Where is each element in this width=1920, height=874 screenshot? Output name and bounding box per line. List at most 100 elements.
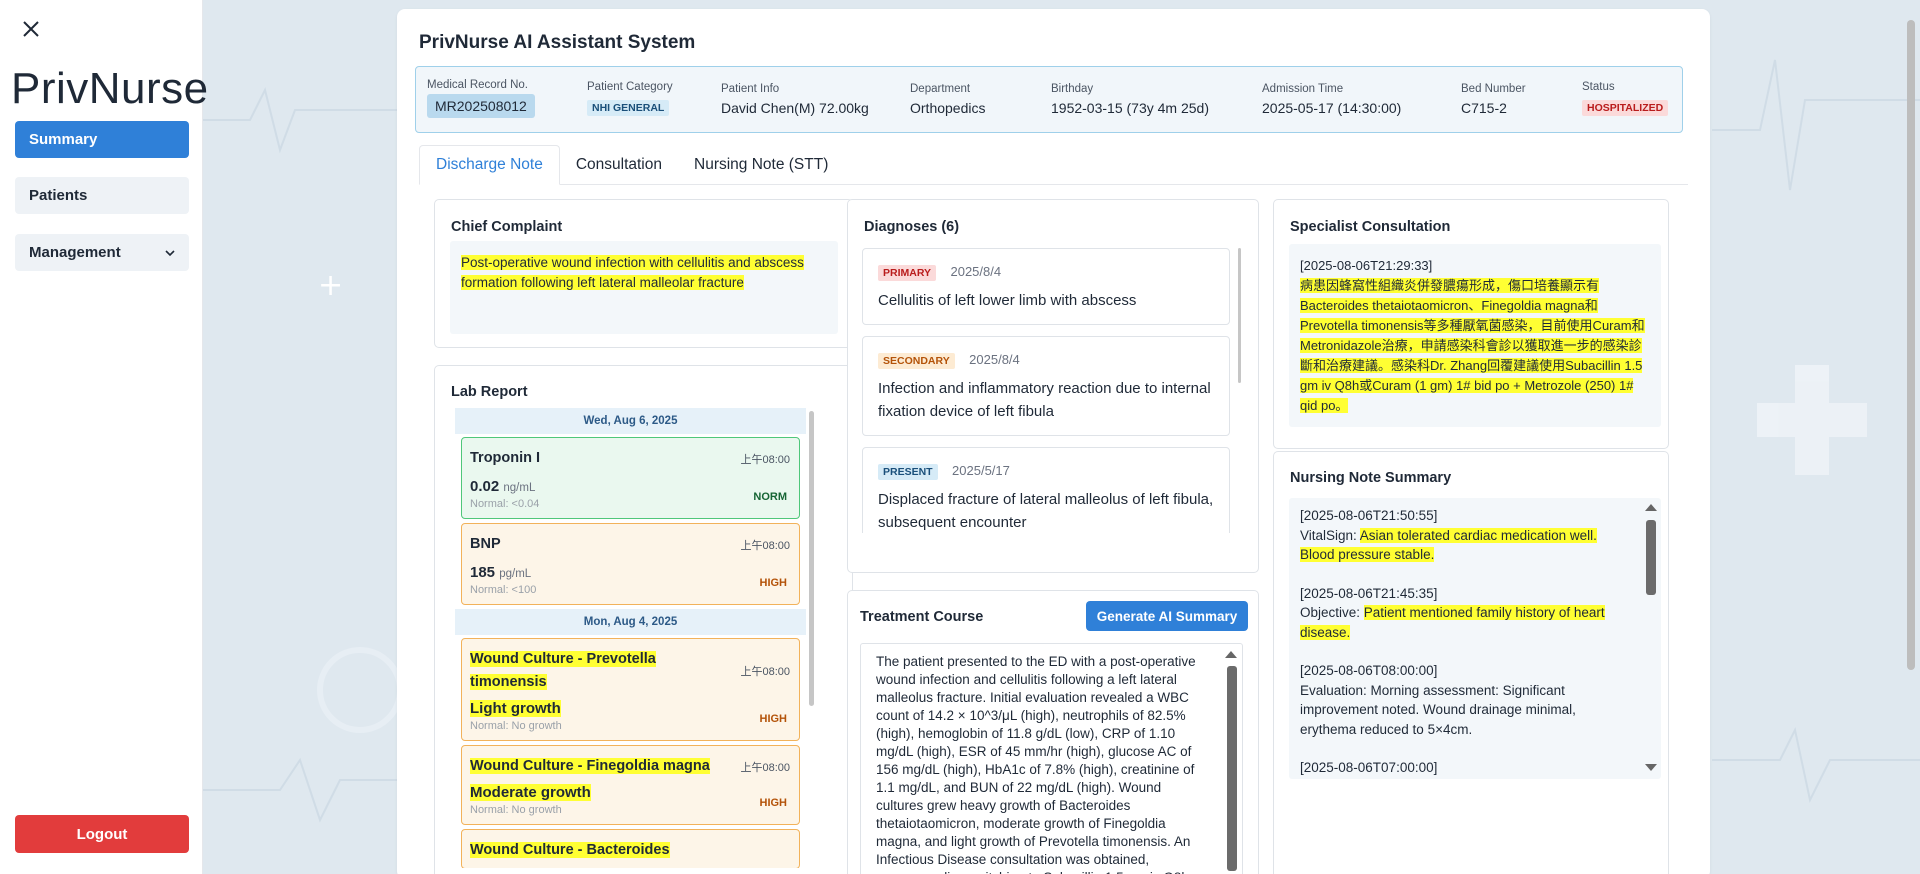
lab-unit: ng/mL: [503, 482, 536, 494]
department-label: Department: [910, 83, 971, 95]
lab-flag: HIGH: [759, 713, 788, 725]
lab-unit: pg/mL: [499, 568, 532, 580]
lab-flag: HIGH: [759, 577, 788, 589]
treatment-course-text-area[interactable]: The patient presented to the ED with a p…: [860, 643, 1243, 874]
nursing-note-prefix: Evaluation:: [1300, 682, 1371, 698]
tab-discharge-note[interactable]: Discharge Note: [419, 145, 560, 185]
lab-normal-range: Normal: <0.04: [470, 498, 540, 510]
lab-value: Light growth: [470, 700, 561, 717]
nursing-scrollbar[interactable]: [1646, 520, 1656, 595]
category-label: Patient Category: [587, 81, 673, 93]
category-badge: NHI GENERAL: [587, 100, 670, 116]
sidebar-item-label: Summary: [29, 131, 98, 148]
status-field: Status HOSPITALIZED: [1582, 81, 1669, 116]
diagnosis-card[interactable]: PRIMARY 2025/8/4 Cellulitis of left lowe…: [862, 248, 1230, 325]
lab-result-card[interactable]: Wound Culture - Finegoldia magna 上午08:00…: [461, 745, 800, 825]
lab-flag: HIGH: [759, 797, 788, 809]
lab-report-panel: Lab Report Wed, Aug 6, 2025 Troponin I 上…: [434, 365, 853, 874]
sidebar-item-summary[interactable]: Summary: [15, 121, 189, 158]
lab-time: 上午08:00: [740, 666, 790, 678]
nursing-note-timestamp: [2025-08-06T08:00:00]: [1300, 663, 1438, 678]
lab-flag: NORM: [753, 491, 787, 503]
sidebar-item-label: Patients: [29, 187, 88, 204]
lab-result-card[interactable]: BNP 上午08:00 185 pg/mL Normal: <100 HIGH: [461, 523, 800, 605]
close-sidebar-button[interactable]: [18, 16, 44, 42]
consultation-text: 病患因蜂窩性組織炎併發膿瘍形成，傷口培養顯示有Bacteroides theta…: [1300, 278, 1645, 413]
admission-label: Admission Time: [1262, 83, 1344, 95]
scroll-down-icon[interactable]: [1645, 764, 1657, 771]
birthday-field: Birthday 1952-03-15 (73y 4m 25d): [1051, 83, 1209, 116]
mrn-value: MR202508012: [427, 94, 535, 118]
lab-value-line: 0.02 ng/mL: [470, 478, 791, 495]
nursing-note-entry: [2025-08-06T08:00:00] Evaluation: Mornin…: [1300, 661, 1631, 739]
diagnosis-card[interactable]: SECONDARY 2025/8/4 Infection and inflamm…: [862, 336, 1230, 436]
page-scrollbar[interactable]: [1907, 20, 1915, 670]
lab-test-name-text: Wound Culture - Finegoldia magna: [470, 758, 710, 774]
diagnosis-date: 2025/8/4: [950, 264, 1002, 279]
sidebar-item-label: Management: [29, 244, 121, 261]
lab-value-line: 185 pg/mL: [470, 564, 791, 581]
specialist-consultation-title: Specialist Consultation: [1290, 219, 1451, 235]
nursing-note-timestamp: [2025-08-06T21:50:55]: [1300, 508, 1438, 523]
patient-info-field: Patient Info David Chen(M) 72.00kg: [721, 83, 869, 116]
lab-result-card[interactable]: Troponin I 上午08:00 0.02 ng/mL Normal: <0…: [461, 437, 800, 519]
lab-value: 185: [470, 564, 496, 581]
admission-value: 2025-05-17 (14:30:00): [1262, 100, 1402, 116]
lab-result-card[interactable]: Wound Culture - Bacteroides: [461, 829, 800, 868]
scroll-up-icon[interactable]: [1225, 651, 1237, 658]
chief-complaint-title: Chief Complaint: [451, 219, 563, 235]
diagnosis-text: Displaced fracture of lateral malleolus …: [878, 491, 1214, 531]
scroll-up-icon[interactable]: [1645, 504, 1657, 511]
lab-time: 上午08:00: [740, 454, 790, 466]
sidebar-item-patients[interactable]: Patients: [15, 177, 189, 214]
lab-scrollbar[interactable]: [809, 411, 814, 706]
close-icon: [23, 21, 39, 37]
lab-test-name: BNP: [470, 536, 501, 552]
diagnoses-scrollbar[interactable]: [1238, 248, 1241, 383]
sidebar: PrivNurse Summary Patients Management Lo…: [0, 0, 208, 874]
lab-value-line: Moderate growth: [470, 784, 791, 801]
logout-button[interactable]: Logout: [15, 815, 189, 853]
lab-value: 0.02: [470, 478, 500, 495]
generate-ai-summary-button[interactable]: Generate AI Summary: [1086, 601, 1248, 631]
diagnoses-title: Diagnoses (6): [864, 219, 960, 235]
lab-time: 上午08:00: [740, 762, 790, 774]
patient-info-value: David Chen(M) 72.00kg: [721, 100, 869, 116]
lab-test-name: Wound Culture - Bacteroides: [470, 839, 720, 862]
tab-nursing-note-stt[interactable]: Nursing Note (STT): [678, 145, 844, 185]
diagnoses-list[interactable]: PRIMARY 2025/8/4 Cellulitis of left lowe…: [862, 248, 1230, 533]
nursing-note-prefix: Objective:: [1300, 605, 1364, 620]
specialist-consultation-box: [2025-08-06T21:29:33] 病患因蜂窩性組織炎併發膿瘍形成，傷口…: [1289, 244, 1661, 427]
lab-report-list[interactable]: Wed, Aug 6, 2025 Troponin I 上午08:00 0.02…: [455, 408, 806, 868]
treatment-course-text: The patient presented to the ED with a p…: [876, 654, 1196, 874]
nursing-note-timestamp: [2025-08-06T07:00:00]: [1300, 760, 1438, 775]
patient-info-label: Patient Info: [721, 83, 780, 95]
treatment-course-title: Treatment Course: [860, 609, 984, 625]
lab-date-header: Wed, Aug 6, 2025: [455, 408, 806, 434]
nursing-note-entry: [2025-08-06T21:50:55] VitalSign: Asian t…: [1300, 506, 1631, 565]
nursing-note-summary-panel: Nursing Note Summary [2025-08-06T21:50:5…: [1273, 451, 1669, 874]
diagnoses-panel: Diagnoses (6) PRIMARY 2025/8/4 Celluliti…: [847, 199, 1259, 573]
page-title: PrivNurse AI Assistant System: [419, 32, 696, 53]
nursing-note-list[interactable]: [2025-08-06T21:50:55] VitalSign: Asian t…: [1289, 498, 1661, 779]
chief-complaint-text: Post-operative wound infection with cell…: [461, 255, 804, 290]
nursing-note-entry: [2025-08-06T21:45:35] Objective: Patient…: [1300, 584, 1631, 643]
nursing-note-entry: [2025-08-06T07:00:00]: [1300, 758, 1631, 778]
treatment-scrollbar[interactable]: [1227, 666, 1237, 871]
specialist-consultation-panel: Specialist Consultation [2025-08-06T21:2…: [1273, 199, 1669, 449]
tab-consultation[interactable]: Consultation: [560, 145, 678, 185]
lab-normal-range: Normal: No growth: [470, 804, 562, 816]
status-badge: HOSPITALIZED: [1582, 100, 1669, 116]
bed-value: C715-2: [1461, 100, 1507, 116]
diagnosis-type-badge: SECONDARY: [878, 353, 955, 369]
chief-complaint-panel: Chief Complaint Post-operative wound inf…: [434, 199, 853, 348]
diagnosis-text: Cellulitis of left lower limb with absce…: [878, 292, 1137, 309]
birthday-value: 1952-03-15 (73y 4m 25d): [1051, 100, 1209, 116]
patient-info-bar: Medical Record No. MR202508012 Patient C…: [415, 66, 1683, 133]
lab-normal-range: Normal: No growth: [470, 720, 562, 732]
lab-result-card[interactable]: Wound Culture - Prevotella timonensis 上午…: [461, 638, 800, 741]
sidebar-item-management[interactable]: Management: [15, 234, 189, 271]
lab-test-name: Wound Culture - Prevotella timonensis: [470, 648, 720, 694]
diagnosis-card[interactable]: PRESENT 2025/5/17 Displaced fracture of …: [862, 447, 1230, 533]
lab-time: 上午08:00: [740, 540, 790, 552]
